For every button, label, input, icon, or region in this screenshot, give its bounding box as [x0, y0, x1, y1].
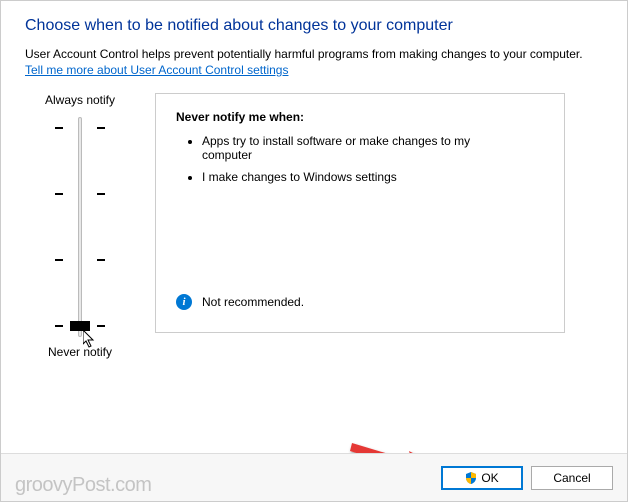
slider-tick — [55, 193, 105, 195]
slider-tick — [55, 259, 105, 261]
info-panel: Never notify me when: Apps try to instal… — [155, 93, 565, 333]
panel-heading: Never notify me when: — [176, 110, 544, 124]
slider-tick — [55, 127, 105, 129]
cancel-button-label: Cancel — [553, 471, 590, 485]
panel-bullet: Apps try to install software or make cha… — [202, 134, 544, 162]
ok-button-label: OK — [481, 471, 498, 485]
cancel-button[interactable]: Cancel — [531, 466, 613, 490]
learn-more-link[interactable]: Tell me more about User Account Control … — [25, 63, 288, 77]
uac-description: User Account Control helps prevent poten… — [25, 47, 603, 61]
panel-bullet: I make changes to Windows settings — [202, 170, 544, 184]
page-title: Choose when to be notified about changes… — [25, 17, 603, 35]
ok-button[interactable]: OK — [441, 466, 523, 490]
shield-icon — [465, 472, 477, 484]
notification-slider[interactable]: Always notify Never notify — [25, 93, 135, 359]
slider-track[interactable] — [78, 117, 82, 337]
slider-thumb[interactable] — [70, 321, 90, 331]
recommendation-text: Not recommended. — [202, 295, 304, 309]
info-icon: i — [176, 294, 192, 310]
slider-label-bottom: Never notify — [48, 345, 112, 359]
slider-label-top: Always notify — [45, 93, 115, 107]
dialog-button-bar: OK Cancel — [1, 453, 627, 501]
